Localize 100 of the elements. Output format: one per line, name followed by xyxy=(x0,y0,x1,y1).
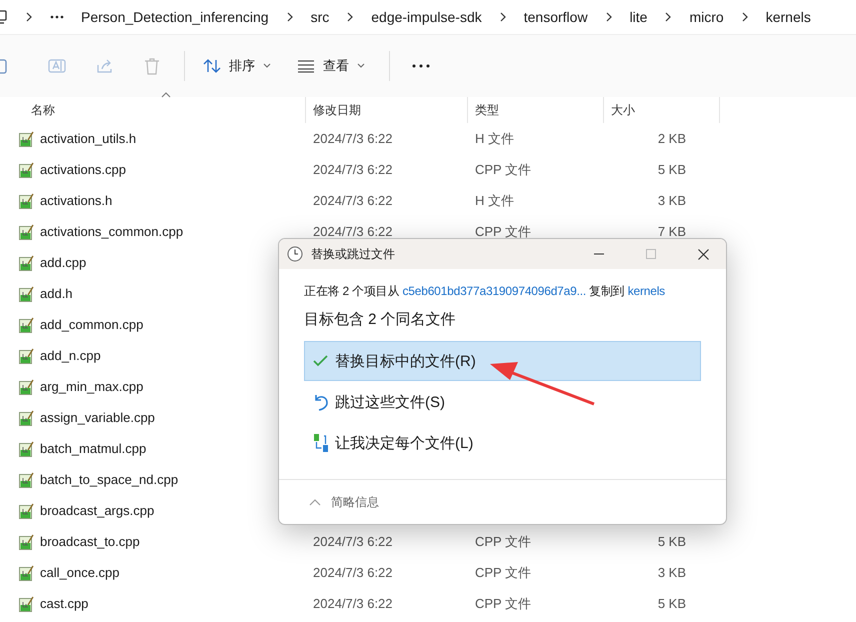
modified-date: 2024/7/3 6:22 xyxy=(313,162,393,177)
file-type: H 文件 xyxy=(475,192,514,208)
share-icon[interactable] xyxy=(96,57,114,75)
modified-date: 2024/7/3 6:22 xyxy=(313,596,393,611)
file-size: 5 KB xyxy=(658,596,686,611)
breadcrumb-item[interactable]: edge-impulse-sdk xyxy=(371,9,482,25)
file-type: CPP 文件 xyxy=(475,534,532,548)
file-size: 3 KB xyxy=(658,565,686,580)
dialog-title: 替换或跳过文件 xyxy=(311,246,396,262)
file-name[interactable]: arg_min_max.cpp xyxy=(40,379,144,394)
breadcrumb-item[interactable]: tensorflow xyxy=(524,9,588,25)
file-icon xyxy=(19,224,34,240)
trash-icon[interactable] xyxy=(144,57,160,75)
modified-date: 2024/7/3 6:22 xyxy=(313,131,393,146)
caret-icon xyxy=(263,63,271,69)
more-icon[interactable] xyxy=(412,64,430,68)
file-name[interactable]: activations.h xyxy=(40,193,112,208)
file-icon xyxy=(19,192,34,208)
modified-date: 2024/7/3 6:22 xyxy=(313,224,393,239)
sort-up-icon xyxy=(161,92,171,98)
file-icon xyxy=(19,596,34,612)
file-icon xyxy=(19,348,34,364)
more-icon[interactable] xyxy=(50,15,64,19)
file-size: 7 KB xyxy=(658,224,686,239)
chevron-right-icon xyxy=(25,12,33,22)
copy-message: 正在将 2 个项目从 c5eb601bd377a3190974096d7a9... 复制到 kernels xyxy=(304,283,666,300)
option-button[interactable]: 替换目标中的文件(R) xyxy=(304,341,701,381)
column-header[interactable]: 大小 xyxy=(611,102,635,118)
file-name[interactable]: batch_to_space_nd.cpp xyxy=(40,472,178,487)
chevron-right-icon xyxy=(664,12,672,22)
clock-icon xyxy=(287,246,303,262)
file-icon xyxy=(19,440,34,456)
file-icon xyxy=(19,162,34,178)
file-name[interactable]: add.h xyxy=(40,286,73,301)
chevron-right-icon xyxy=(286,12,294,22)
file-type: CPP 文件 xyxy=(475,596,532,610)
chevron-right-icon xyxy=(740,12,749,22)
option-button[interactable]: 跳过这些文件(S) xyxy=(304,382,701,422)
breadcrumb-item[interactable]: Person_Detection_inferencing xyxy=(81,9,269,25)
sort-icon xyxy=(203,58,221,74)
file-name[interactable]: broadcast_args.cpp xyxy=(40,503,154,518)
file-icon xyxy=(19,472,34,488)
option-button[interactable]: 让我决定每个文件(L) xyxy=(304,423,701,463)
chevron-right-icon xyxy=(498,12,507,22)
file-icon xyxy=(19,410,34,426)
file-name[interactable]: add.cpp xyxy=(40,255,86,270)
file-size: 5 KB xyxy=(658,162,686,177)
file-icon xyxy=(19,502,34,518)
computer-icon[interactable] xyxy=(0,10,8,24)
modified-date: 2024/7/3 6:22 xyxy=(313,565,393,580)
close-icon[interactable] xyxy=(698,248,709,260)
sort-button[interactable]: 排序 xyxy=(193,51,281,81)
details-toggle[interactable]: 简略信息 xyxy=(331,494,379,510)
view-button[interactable]: 查看 xyxy=(287,51,375,81)
column-header[interactable]: 类型 xyxy=(475,102,499,118)
checkmark-icon xyxy=(313,354,329,368)
maximize-icon[interactable] xyxy=(646,249,656,259)
file-icon xyxy=(19,378,34,394)
file-icon xyxy=(19,316,34,332)
column-header[interactable]: 名称 xyxy=(31,102,55,118)
file-type: CPP 文件 xyxy=(475,564,532,580)
file-name[interactable]: activations_common.cpp xyxy=(40,224,184,239)
breadcrumb-item[interactable]: kernels xyxy=(766,9,811,25)
caret-icon xyxy=(357,63,365,69)
list-view-icon xyxy=(297,59,315,73)
column-header[interactable]: 修改日期 xyxy=(313,102,361,118)
file-name[interactable]: batch_matmul.cpp xyxy=(40,441,146,456)
file-icon xyxy=(19,286,34,302)
chevron-right-icon xyxy=(604,12,613,22)
file-name[interactable]: assign_variable.cpp xyxy=(40,410,155,425)
file-type: CPP 文件 xyxy=(475,162,532,176)
compare-icon xyxy=(313,433,329,453)
breadcrumb-item[interactable]: micro xyxy=(689,9,724,25)
file-size: 2 KB xyxy=(658,131,686,146)
source-link[interactable]: c5eb601bd377a3190974096d7a9... xyxy=(402,284,586,298)
file-name[interactable]: add_n.cpp xyxy=(40,348,101,363)
file-name[interactable]: activations.cpp xyxy=(40,162,126,177)
modified-date: 2024/7/3 6:22 xyxy=(313,534,393,549)
file-name[interactable]: broadcast_to.cpp xyxy=(40,534,140,549)
copy-icon[interactable] xyxy=(0,57,8,75)
rename-icon[interactable] xyxy=(48,57,66,75)
file-name[interactable]: call_once.cpp xyxy=(40,565,120,580)
file-size: 5 KB xyxy=(658,534,686,549)
undo-icon xyxy=(313,393,329,411)
file-icon xyxy=(19,130,34,146)
breadcrumb-item[interactable]: lite xyxy=(630,9,648,25)
modified-date: 2024/7/3 6:22 xyxy=(313,193,393,208)
file-name[interactable]: activation_utils.h xyxy=(40,131,136,146)
target-link[interactable]: kernels xyxy=(628,284,665,298)
chevron-up-icon[interactable] xyxy=(309,498,321,506)
file-icon xyxy=(19,564,34,580)
file-name[interactable]: add_common.cpp xyxy=(40,317,144,332)
dialog-heading: 目标包含 2 个同名文件 xyxy=(304,310,457,329)
file-icon xyxy=(19,534,34,550)
file-name[interactable]: cast.cpp xyxy=(40,596,88,611)
file-size: 3 KB xyxy=(658,193,686,208)
file-type: CPP 文件 xyxy=(475,224,532,238)
file-type: H 文件 xyxy=(475,130,514,146)
chevron-right-icon xyxy=(346,12,354,22)
breadcrumb-item[interactable]: src xyxy=(310,9,330,25)
